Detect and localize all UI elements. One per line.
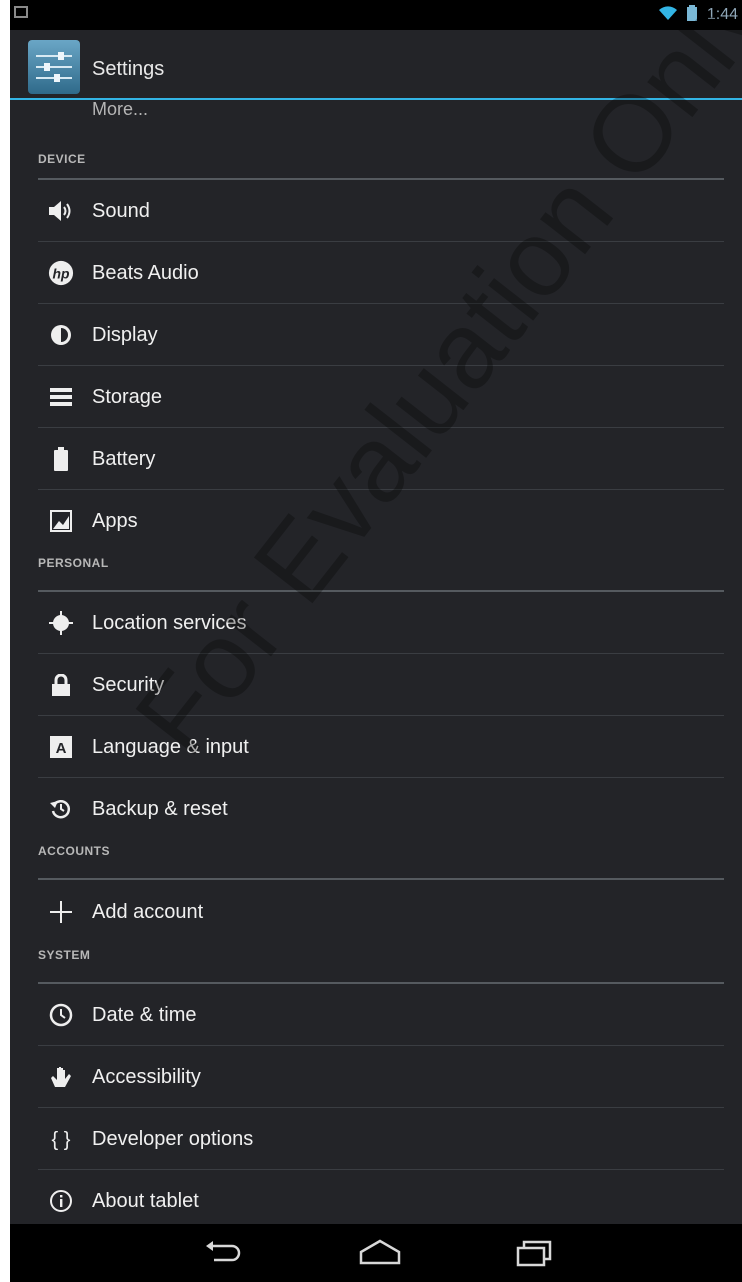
svg-text:hp: hp [53, 266, 70, 282]
settings-item-label: Beats Audio [92, 262, 199, 284]
status-bar: 1:44 [10, 0, 742, 30]
settings-item-language-input[interactable]: A Language & input [10, 716, 742, 778]
settings-item-location-services[interactable]: Location services [10, 592, 742, 654]
settings-item-label: Sound [92, 200, 150, 222]
braces-icon: { } [44, 1127, 78, 1151]
svg-text:A: A [56, 740, 67, 757]
settings-item-beats-audio[interactable]: hp Beats Audio [10, 242, 742, 304]
apps-icon [48, 509, 74, 533]
settings-item-backup-reset[interactable]: Backup & reset [10, 778, 742, 840]
more-item[interactable]: More... [92, 100, 148, 118]
lock-icon [48, 673, 74, 697]
recent-apps-icon[interactable] [514, 1238, 554, 1273]
hp-logo-icon: hp [48, 260, 74, 286]
settings-item-security[interactable]: Security [10, 654, 742, 716]
section-header-personal: PERSONAL [10, 552, 742, 592]
battery-icon [48, 447, 74, 471]
settings-item-label: Battery [92, 448, 156, 470]
settings-item-date-time[interactable]: Date & time [10, 984, 742, 1046]
settings-item-label: Backup & reset [92, 798, 228, 820]
action-bar-title: Settings [92, 58, 165, 80]
brightness-icon [48, 323, 74, 347]
info-icon [48, 1189, 74, 1213]
storage-icon [48, 385, 74, 409]
section-header-accounts: ACCOUNTS [10, 840, 742, 880]
home-icon[interactable] [358, 1238, 402, 1273]
settings-item-apps[interactable]: Apps [10, 490, 742, 552]
settings-item-label: Date & time [92, 1004, 197, 1026]
settings-item-add-account[interactable]: Add account [10, 880, 742, 944]
settings-item-label: Accessibility [92, 1066, 201, 1088]
keyboard-a-icon: A [48, 735, 74, 759]
notification-icon [14, 6, 28, 18]
section-header-label: SYSTEM [38, 948, 91, 962]
settings-item-label: Display [92, 324, 158, 346]
clock-icon [48, 1003, 74, 1027]
settings-list: DEVICE Sound hp Beats Audio Display Stor… [10, 124, 742, 1232]
settings-item-label: Add account [92, 901, 204, 923]
settings-item-battery[interactable]: Battery [10, 428, 742, 490]
settings-item-accessibility[interactable]: Accessibility [10, 1046, 742, 1108]
settings-screen: 1:44 Settings More... DEVICE Sound hp Be… [10, 0, 742, 1282]
plus-icon [48, 900, 74, 924]
status-bar-right: 1:44 [658, 4, 738, 26]
settings-item-label: Language & input [92, 736, 249, 758]
settings-item-developer-options[interactable]: { } Developer options [10, 1108, 742, 1170]
settings-item-sound[interactable]: Sound [10, 180, 742, 242]
settings-item-label: Security [92, 674, 165, 696]
settings-app-icon[interactable] [28, 40, 80, 94]
location-icon [48, 611, 74, 635]
battery-status-icon [686, 4, 697, 26]
settings-item-label: Apps [92, 510, 138, 532]
section-header-device: DEVICE [10, 124, 742, 180]
navigation-bar [10, 1224, 742, 1282]
section-header-system: SYSTEM [10, 944, 742, 984]
backup-icon [48, 797, 74, 821]
svg-text:{ }: { } [52, 1129, 71, 1151]
status-clock: 1:44 [706, 6, 738, 23]
section-header-label: PERSONAL [38, 556, 109, 570]
settings-item-storage[interactable]: Storage [10, 366, 742, 428]
speaker-icon [48, 199, 74, 223]
back-icon[interactable] [202, 1238, 242, 1273]
settings-item-label: Location services [92, 612, 247, 634]
section-header-label: DEVICE [38, 152, 86, 166]
settings-item-label: Developer options [92, 1128, 254, 1150]
settings-item-label: About tablet [92, 1190, 199, 1212]
settings-item-display[interactable]: Display [10, 304, 742, 366]
action-bar: Settings [10, 30, 742, 100]
hand-icon [48, 1065, 74, 1089]
section-header-label: ACCOUNTS [38, 844, 110, 858]
settings-item-about-tablet[interactable]: About tablet [10, 1170, 742, 1232]
wifi-icon [658, 5, 677, 25]
settings-item-label: Storage [92, 386, 163, 408]
